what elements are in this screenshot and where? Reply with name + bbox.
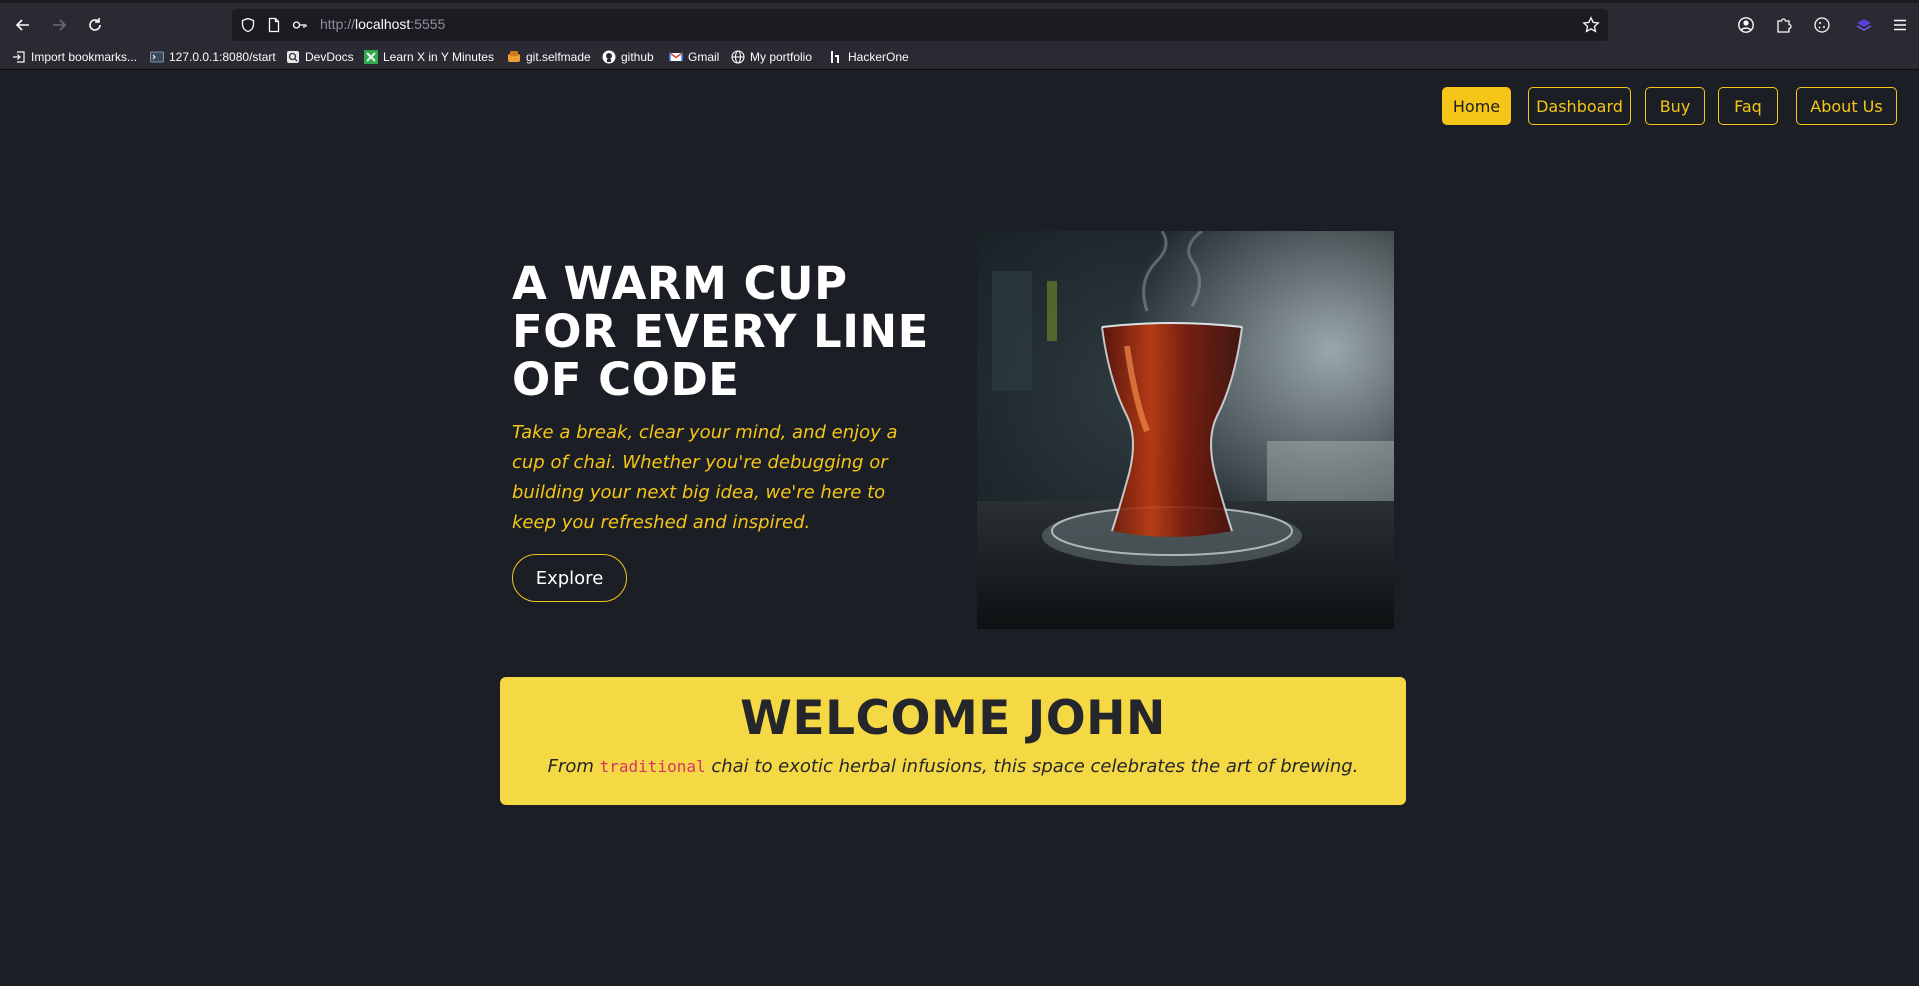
tea-glass-illustration: [977, 231, 1394, 629]
welcome-banner: WELCOME JOHN From traditional chai to ex…: [500, 677, 1406, 805]
welcome-text-before: From: [547, 756, 600, 777]
bookmark-learnx[interactable]: Learn X in Y Minutes: [364, 48, 494, 66]
bookmarks-toolbar: Import bookmarks... 127.0.0.1:8080/start…: [0, 44, 1919, 70]
nav-home-button[interactable]: Home: [1442, 87, 1511, 125]
bookmark-hackerone[interactable]: HackerOne: [829, 48, 909, 66]
import-icon: [13, 51, 25, 63]
menu-button[interactable]: [1885, 10, 1915, 40]
url-bar[interactable]: http://localhost:5555: [232, 9, 1608, 41]
nav-faq-button[interactable]: Faq: [1718, 87, 1778, 125]
welcome-heading: WELCOME JOHN: [740, 691, 1166, 746]
chai-glass-image: [977, 231, 1394, 629]
bookmark-github[interactable]: github: [602, 48, 654, 66]
browser-toolbar: http://localhost:5555: [0, 0, 1919, 44]
devdocs-icon: [287, 51, 299, 63]
url-port: :5555: [410, 16, 446, 32]
git-icon: [508, 51, 520, 62]
hero-title: A WARM CUP FOR EVERY LINE OF CODE: [512, 260, 932, 404]
url-scheme: http://: [320, 16, 356, 32]
globe-icon: [731, 50, 745, 64]
hamburger-menu-icon: [1894, 19, 1906, 31]
bookmark-label: Import bookmarks...: [31, 50, 138, 64]
hackerone-icon: [831, 51, 839, 63]
reload-icon: [89, 18, 101, 31]
url-text[interactable]: http://localhost:5555: [320, 16, 445, 32]
extensions-button[interactable]: [1769, 10, 1799, 40]
bookmark-localhost[interactable]: 127.0.0.1:8080/start: [150, 48, 276, 66]
github-icon: [602, 50, 616, 64]
bookmark-portfolio[interactable]: My portfolio: [731, 48, 812, 66]
puzzle-icon: [1777, 18, 1792, 33]
explore-button[interactable]: Explore: [512, 554, 627, 602]
welcome-text-after: chai to exotic herbal infusions, this sp…: [705, 756, 1359, 777]
key-icon[interactable]: [292, 17, 308, 33]
account-icon: [1738, 17, 1754, 33]
welcome-text: From traditional chai to exotic herbal i…: [500, 756, 1406, 777]
bookmark-label: github: [621, 50, 654, 64]
bookmark-label: 127.0.0.1:8080/start: [169, 50, 276, 64]
url-host: localhost: [355, 16, 411, 32]
extension-button[interactable]: [1849, 10, 1879, 40]
browser-chrome: http://localhost:5555 Import bookmarks..…: [0, 0, 1919, 70]
bookmark-star-icon[interactable]: [1582, 16, 1600, 34]
gmail-icon: [669, 52, 683, 61]
account-button[interactable]: [1731, 10, 1761, 40]
terminal-icon: [150, 51, 164, 63]
nav-dashboard-button[interactable]: Dashboard: [1528, 87, 1631, 125]
bookmark-label: git.selfmade: [526, 50, 591, 64]
back-button[interactable]: [8, 10, 38, 40]
nav-about-button[interactable]: About Us: [1796, 87, 1897, 125]
bookmark-label: My portfolio: [750, 50, 813, 64]
forward-button[interactable]: [44, 10, 74, 40]
layers-extension-icon: [1856, 19, 1872, 31]
bookmark-git-selfmade[interactable]: git.selfmade: [507, 48, 591, 66]
hero-title-line: OF CODE: [512, 353, 740, 406]
bookmark-label: Learn X in Y Minutes: [383, 50, 494, 64]
reload-button[interactable]: [80, 10, 110, 40]
bookmark-label: DevDocs: [305, 50, 354, 64]
bookmark-label: Gmail: [688, 50, 720, 64]
cookie-icon: [1814, 17, 1830, 33]
nav-buy-button[interactable]: Buy: [1645, 87, 1705, 125]
welcome-code-word: traditional: [599, 757, 706, 776]
learnx-icon: [364, 50, 378, 64]
shield-icon[interactable]: [240, 17, 256, 33]
back-arrow-icon: [15, 19, 29, 31]
hero-title-line: A WARM CUP: [512, 257, 848, 310]
page-icon[interactable]: [266, 17, 282, 33]
bookmark-import[interactable]: Import bookmarks...: [12, 48, 137, 66]
bookmark-label: HackerOne: [848, 50, 909, 64]
bookmark-devdocs[interactable]: DevDocs: [286, 48, 354, 66]
hero-subtitle: Take a break, clear your mind, and enjoy…: [512, 422, 898, 533]
forward-arrow-icon: [53, 19, 67, 31]
hero-title-line: FOR EVERY LINE: [512, 305, 929, 358]
cookie-button[interactable]: [1807, 10, 1837, 40]
bookmark-gmail[interactable]: Gmail: [669, 48, 719, 66]
